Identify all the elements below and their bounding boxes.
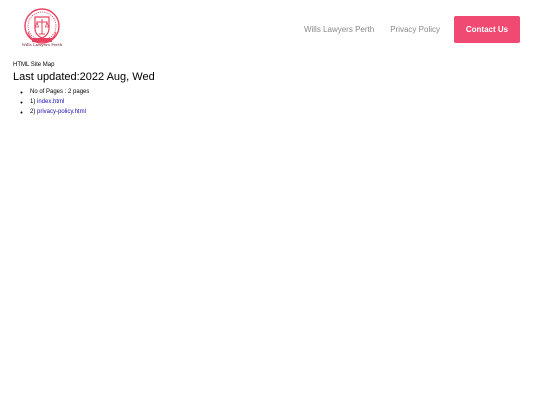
list-item: 1) index.html (30, 97, 523, 107)
contact-us-button[interactable]: Contact Us (454, 15, 520, 43)
page-count-text: No of Pages : 2 pages (30, 89, 90, 95)
sitemap-link-privacy-policy[interactable]: privacy-policy.html (37, 109, 86, 115)
page-index: 1) (30, 99, 36, 105)
breadcrumb: HTML Site Map (13, 62, 55, 68)
logo-caption: Wills Lawyers Perth (21, 42, 63, 47)
list-item: 2) privacy-policy.html (30, 107, 523, 117)
sitemap-content: HTML Site Map Last updated:2022 Aug, Wed… (13, 61, 523, 117)
page-index: 2) (30, 109, 36, 115)
page-list: No of Pages : 2 pages 1) index.html 2) p… (13, 87, 523, 117)
site-header: Wills Lawyers Perth Wills Lawyers Perth … (0, 0, 540, 58)
page-title: Last updated:2022 Aug, Wed (13, 71, 155, 83)
list-item-page-count: No of Pages : 2 pages (30, 87, 523, 97)
nav-link-privacy-policy[interactable]: Privacy Policy (390, 25, 440, 34)
sitemap-link-index[interactable]: index.html (37, 99, 64, 105)
main-nav: Wills Lawyers Perth Privacy Policy Conta… (288, 0, 520, 58)
nav-link-home[interactable]: Wills Lawyers Perth (304, 25, 374, 34)
